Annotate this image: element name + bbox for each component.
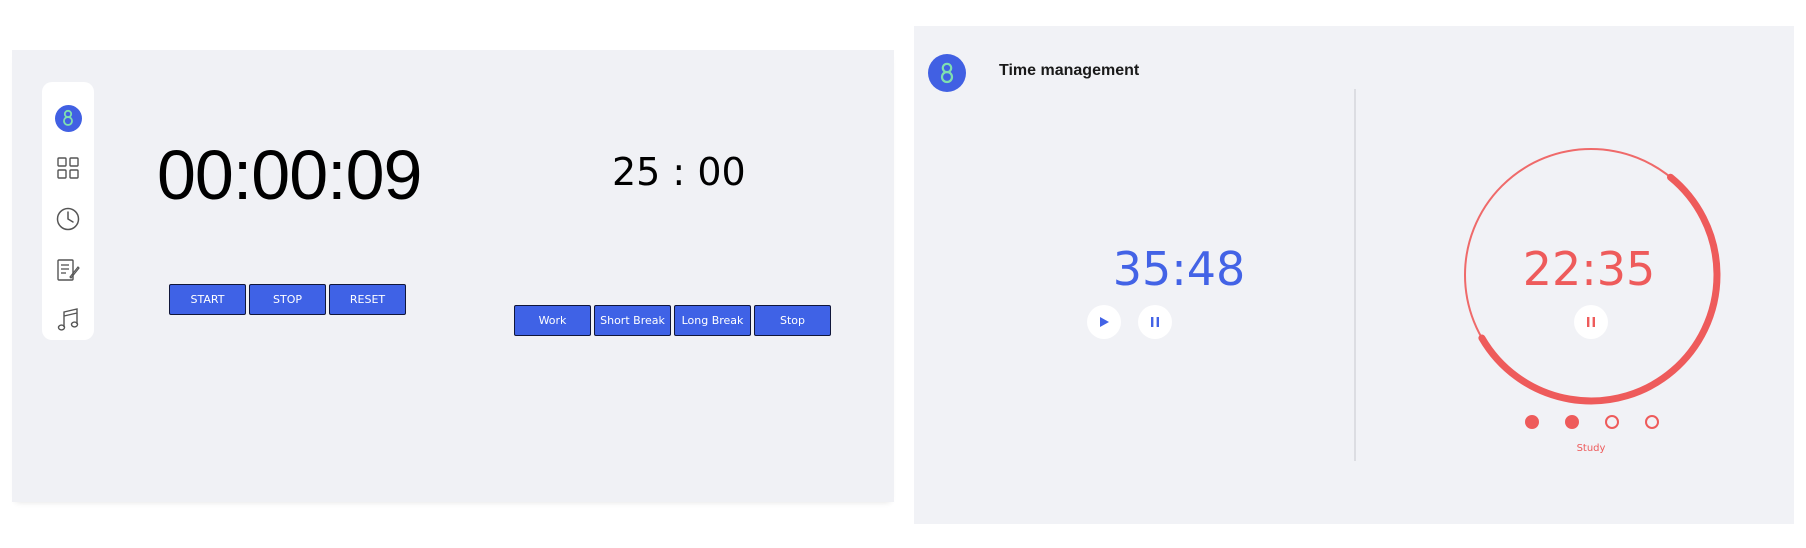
stopwatch-display: 00:00:09 [157,136,422,214]
pause-icon [1151,317,1159,327]
app-title: Time management [999,62,1140,79]
stop-button[interactable]: STOP [249,284,326,315]
sidebar-item-home[interactable] [42,98,94,138]
long-break-button[interactable]: Long Break [674,305,751,336]
pause-button[interactable] [1138,305,1172,339]
play-button[interactable] [1087,305,1121,339]
time-management-app-panel: Time management 35:48 22:35 Study [914,26,1794,524]
reset-button[interactable]: RESET [329,284,406,315]
logo-icon[interactable] [928,54,966,92]
focus-timer-display: 35:48 [1112,242,1246,296]
short-break-button[interactable]: Short Break [594,305,671,336]
study-timer-display: 22:35 [1522,242,1656,296]
start-button[interactable]: START [169,284,246,315]
session-dot [1565,415,1579,429]
session-dot [1645,415,1659,429]
pomodoro-stop-button[interactable]: Stop [754,305,831,336]
sidebar-item-music[interactable] [42,300,94,340]
clock-icon [56,207,80,231]
logo-icon [54,104,82,132]
music-note-icon [57,308,79,331]
pause-icon [1587,317,1595,327]
pomodoro-display: 25 : 00 [612,150,746,194]
study-pause-button[interactable] [1574,305,1608,339]
session-label: Study [1576,443,1606,454]
sidebar-item-dashboard[interactable] [42,148,94,188]
dashboard-grid-icon [57,157,79,179]
session-dot [1605,415,1619,429]
panel-divider [1354,89,1356,461]
play-icon [1100,317,1109,327]
stopwatch-app-panel: 00:00:09 START STOP RESET 25 : 00 Work S… [12,50,894,502]
pomodoro-controls: Work Short Break Long Break Stop [514,305,831,336]
work-button[interactable]: Work [514,305,591,336]
sidebar [42,82,94,340]
notes-edit-icon [57,259,80,281]
stopwatch-controls: START STOP RESET [169,284,406,315]
sidebar-item-clock[interactable] [42,199,94,239]
sidebar-item-notes[interactable] [42,250,94,290]
session-dot [1525,415,1539,429]
